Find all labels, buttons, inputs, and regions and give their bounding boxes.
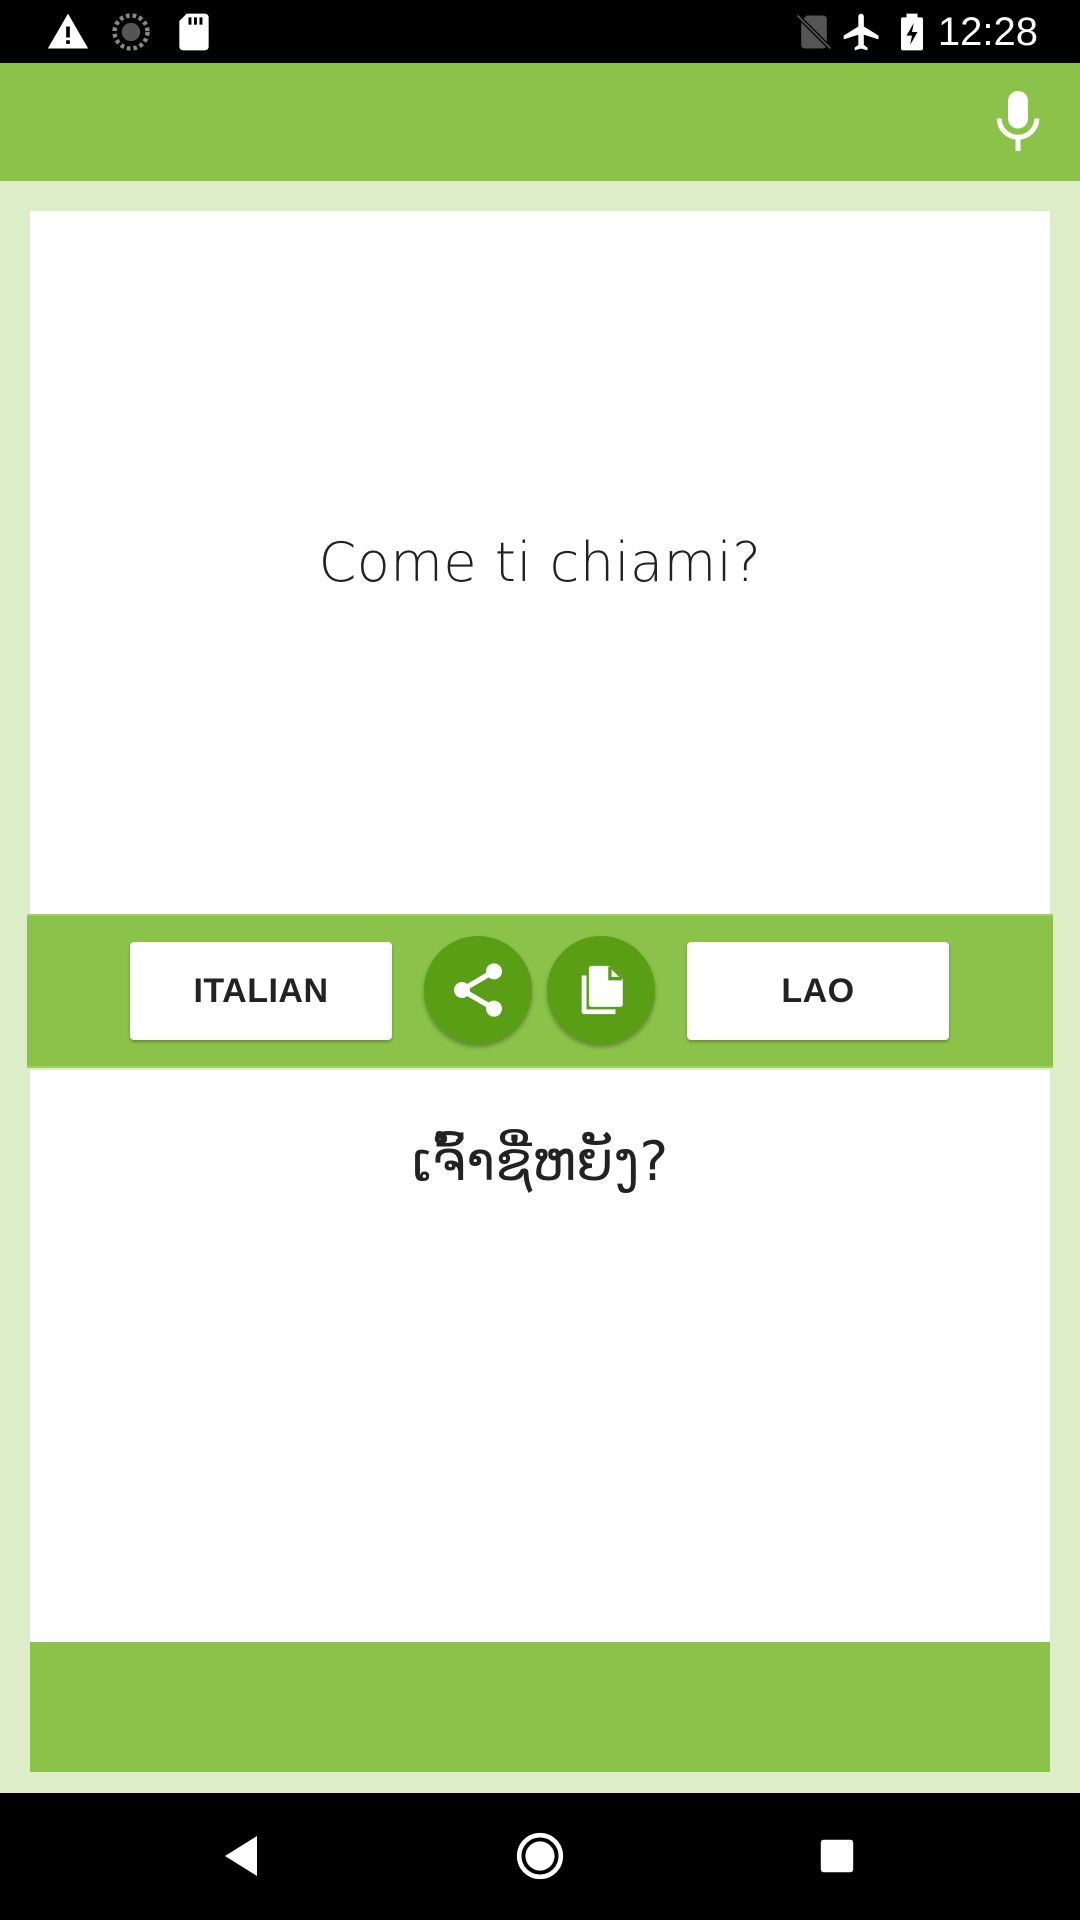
source-language-button[interactable]: ITALIAN <box>130 942 392 1040</box>
source-text: Come ti chiami? <box>318 531 762 594</box>
back-icon <box>225 1836 257 1876</box>
copy-icon <box>581 964 624 1015</box>
battery-charging-icon <box>901 13 923 51</box>
recents-button[interactable] <box>804 1823 870 1889</box>
sd-card-icon <box>179 13 209 51</box>
home-button[interactable] <box>507 1823 573 1889</box>
recents-icon <box>820 1839 854 1873</box>
copy-button[interactable] <box>547 936 655 1044</box>
back-button[interactable] <box>208 1823 274 1889</box>
target-text: ເຈົ້າຊື່ຫຍັງ? <box>411 1130 669 1193</box>
home-icon <box>516 1832 564 1880</box>
no-sim-icon <box>795 13 833 51</box>
translator-content: Come ti chiami? ITALIAN LAO ເຈົ້າຊື່ຫຍັງ… <box>0 181 1080 1793</box>
target-language-button[interactable]: LAO <box>687 942 949 1040</box>
share-button[interactable] <box>424 936 532 1044</box>
sync-icon <box>112 13 150 51</box>
share-icon <box>454 963 502 1017</box>
language-controls-bar: ITALIAN LAO <box>27 914 1053 1068</box>
microphone-icon <box>996 91 1040 151</box>
alert-icon <box>47 13 89 49</box>
status-time: 12:28 <box>937 10 1038 54</box>
app-bar <box>0 63 1080 181</box>
navigation-bar <box>0 1793 1080 1920</box>
source-text-panel[interactable]: Come ti chiami? <box>30 211 1050 914</box>
airplane-mode-icon <box>843 13 879 51</box>
target-text-panel: ເຈົ້າຊື່ຫຍັງ? <box>30 1070 1050 1642</box>
bottom-banner <box>30 1642 1050 1772</box>
status-bar: 12:28 <box>0 0 1080 63</box>
microphone-button[interactable] <box>982 85 1054 157</box>
